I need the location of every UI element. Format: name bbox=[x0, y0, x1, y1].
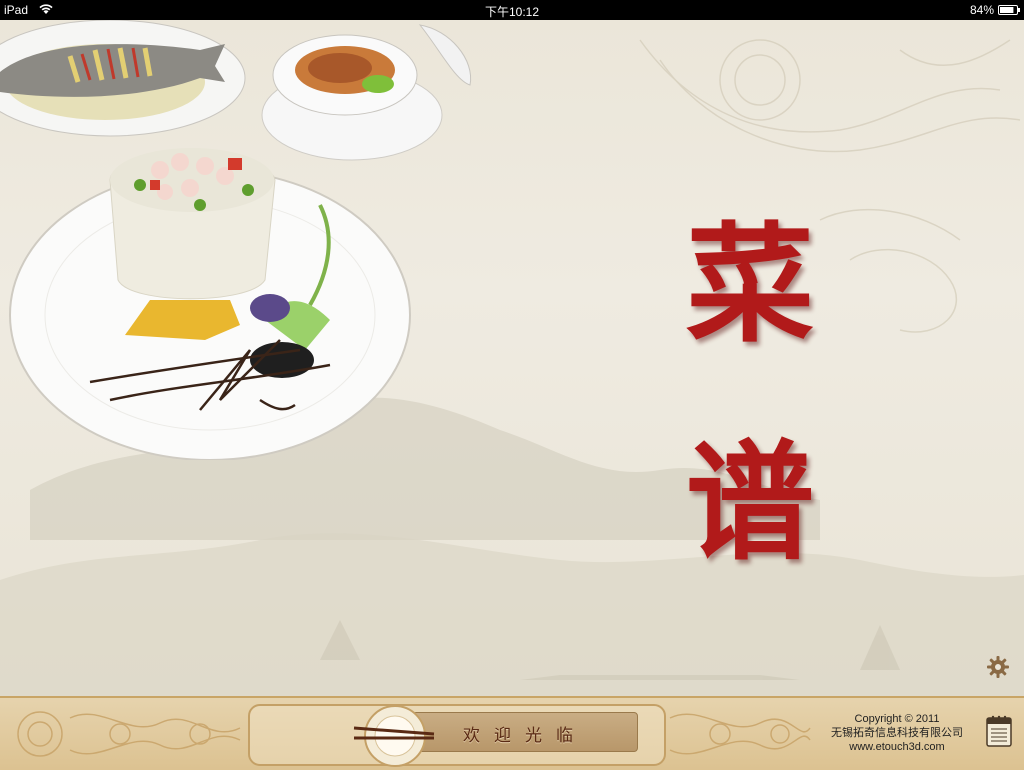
bottom-bar: 欢迎光临 Copyright © 2011 无锡拓奇信息科技有限公司 www.e… bbox=[0, 696, 1024, 770]
website-link[interactable]: www.etouch3d.com bbox=[812, 740, 982, 754]
clock: 下午10:12 bbox=[484, 5, 540, 19]
status-bar: iPad 下午10:12 84% bbox=[0, 0, 1024, 20]
food-photo bbox=[0, 20, 472, 460]
menu-title-char-1: 菜 bbox=[685, 210, 814, 360]
gear-icon[interactable] bbox=[986, 655, 1010, 679]
copyright-line-1: Copyright © 2011 bbox=[854, 713, 940, 725]
menu-title-char-2: 谱 bbox=[685, 428, 814, 578]
notepad-icon[interactable] bbox=[986, 715, 1012, 747]
plate-chopsticks-icon bbox=[353, 705, 435, 767]
copyright: Copyright © 2011 无锡拓奇信息科技有限公司 www.etouch… bbox=[812, 712, 982, 754]
menu-cover: 菜 谱 bbox=[0, 20, 1024, 696]
battery-icon bbox=[998, 5, 1020, 15]
company-name: 无锡拓奇信息科技有限公司 bbox=[831, 727, 963, 739]
battery-percentage: 84% bbox=[969, 3, 994, 17]
